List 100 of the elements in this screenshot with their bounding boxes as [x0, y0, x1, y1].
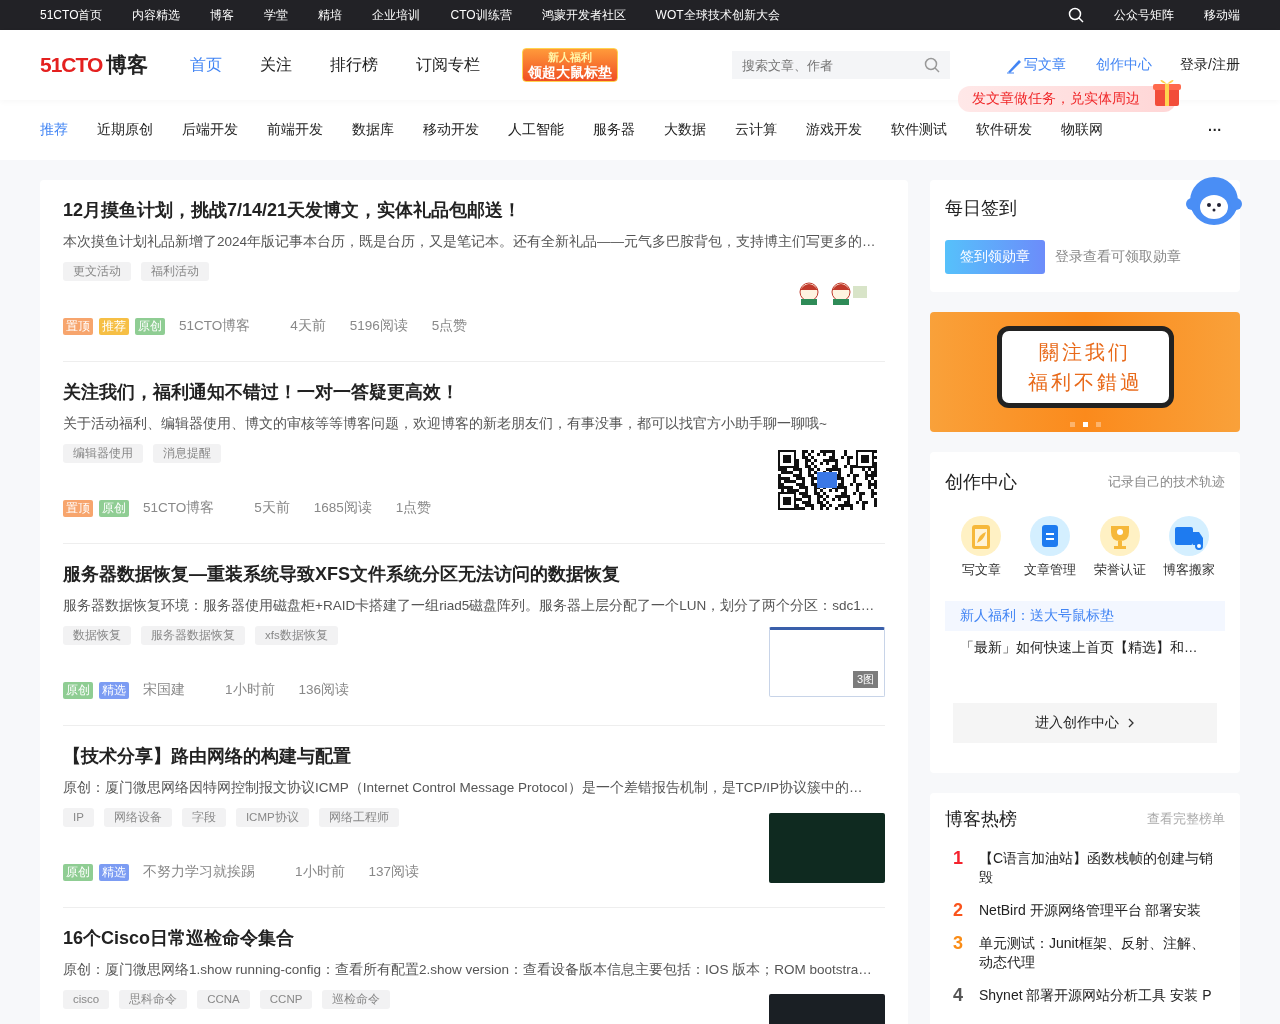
read-count: 137阅读	[368, 863, 420, 881]
top-link[interactable]: 51CTO首页	[40, 6, 103, 24]
post-time: 5天前	[254, 499, 290, 517]
top-link[interactable]: WOT全球技术创新大会	[655, 6, 780, 24]
category-tab[interactable]: 后端开发	[182, 121, 238, 139]
article-summary: 原创：厦门微思网络1.show running-config：查看所有配置2.show version：查看设备版本信息主要包括：IOS 版本；ROM bootstra…	[63, 961, 872, 979]
nav-link[interactable]: 排行榜	[330, 54, 379, 76]
promo-bubble[interactable]: 发文章做任务，兑实体周边	[958, 86, 1176, 112]
article-badge: 原创	[63, 681, 93, 699]
category-tab[interactable]: 软件测试	[891, 121, 947, 139]
banner-text: 關注我们	[1038, 339, 1132, 366]
post-time: 1小时前	[295, 863, 345, 881]
rank-number: 4	[953, 986, 964, 1005]
rank-number: 2	[953, 901, 964, 920]
tool-link[interactable]: 荣誉认证	[1085, 516, 1154, 579]
clipboard-icon	[961, 516, 1001, 556]
hot-article-link[interactable]: 单元测试：Junit框架、反射、注解、动态代理	[979, 934, 1217, 972]
article-title[interactable]: 12月摸鱼计划，挑战7/14/21天发博文，实体礼品包邮送！	[63, 198, 885, 222]
top-link[interactable]: CTO训练营	[450, 6, 512, 24]
category-tab[interactable]: 前端开发	[267, 121, 323, 139]
article-title[interactable]: 服务器数据恢复—重装系统导致XFS文件系统分区无法访问的数据恢复	[63, 562, 885, 586]
category-tab[interactable]: 服务器	[593, 121, 635, 139]
category-tab[interactable]: 大数据	[664, 121, 706, 139]
read-count: 5196阅读	[349, 317, 408, 335]
enter-creator-button[interactable]: 进入创作中心	[953, 703, 1217, 743]
category-tab[interactable]: 近期原创	[97, 121, 153, 139]
document-icon	[1030, 516, 1071, 556]
logo-brand[interactable]: 51CTO	[40, 53, 103, 77]
article-summary: 关于活动福利、编辑器使用、博文的审核等等博客问题，欢迎博客的新老朋友们，有事没事，都可以找官方小助手聊一聊哦~	[63, 415, 827, 433]
top-link[interactable]: 公众号矩阵	[1114, 6, 1174, 24]
post-time: 4天前	[290, 317, 326, 335]
article-summary: 本次摸鱼计划礼品新增了2024年版记事本台历，既是台历，又是笔记本。还有全新礼品——元气多巴胺背包，支持博主们写更多的…	[63, 233, 876, 251]
image-count: 3图	[852, 671, 878, 688]
nav-link[interactable]: 订阅专栏	[416, 54, 481, 76]
image-thumbnail[interactable]	[769, 813, 885, 883]
tool-link[interactable]: 写文章	[947, 516, 1015, 579]
top-link[interactable]: 鸿蒙开发者社区	[541, 6, 626, 24]
category-tab[interactable]: 云计算	[735, 121, 777, 139]
news-link[interactable]: 「最新」如何快速上首页【精选】和…	[945, 631, 1225, 665]
top-link[interactable]: 移动端	[1204, 6, 1240, 24]
author-name[interactable]: 51CTO博客	[143, 499, 215, 517]
article-summary: 原创：厦门微思网络因特网控制报文协议ICMP（Internet Control Message Protocol）是一个差错报告机制，是TCP/IP协议簇中的…	[63, 779, 863, 797]
top-link[interactable]: 精培	[318, 6, 343, 24]
article-badge: 原创	[63, 863, 93, 881]
notice-link[interactable]: 新人福利：送大号鼠标垫	[945, 601, 1225, 631]
banner-text: 福利不錯過	[1027, 369, 1143, 396]
article-badge: 原创	[135, 317, 165, 335]
nav-link[interactable]: 关注	[260, 54, 293, 76]
top-link[interactable]: 学堂	[264, 6, 289, 24]
article-badge: 置顶	[63, 317, 93, 335]
article-badge: 置顶	[63, 499, 93, 517]
article-title[interactable]: 关注我们，福利通知不错过！一对一答疑更高效！	[63, 380, 885, 404]
truck-icon	[1169, 516, 1209, 556]
article-badge: 精选	[99, 681, 129, 699]
nav-link[interactable]: 首页	[190, 54, 223, 76]
top-link[interactable]: 企业培训	[372, 6, 421, 24]
write-link[interactable]: 写文章	[1006, 56, 1067, 74]
category-tab[interactable]: 软件研发	[976, 121, 1032, 139]
tool-link[interactable]: 博客搬家	[1155, 516, 1223, 579]
tool-link[interactable]: 文章管理	[1016, 516, 1085, 579]
card-title: 创作中心	[945, 471, 1017, 494]
chevron-right-icon	[1127, 718, 1135, 728]
article-summary: 服务器数据恢复环境：服务器使用磁盘柜+RAID卡搭建了一组riad5磁盘阵列。服务器上层分配了一个LUN，划分了两个分区：sdc1…	[63, 597, 875, 615]
card-title: 每日签到	[945, 197, 1018, 220]
category-tab[interactable]: 推荐	[40, 121, 68, 139]
article-title[interactable]: 16个Cisco日常巡检命令集合	[63, 926, 885, 950]
like-count: 1点赞	[395, 499, 432, 517]
like-count: 5点赞	[431, 317, 468, 335]
article-badge: 精选	[99, 863, 129, 881]
category-tab[interactable]: 数据库	[352, 121, 394, 139]
signin-hint: 登录查看可领取勋章	[1055, 248, 1181, 266]
search-field[interactable]: 搜索文章、作者	[732, 51, 951, 79]
category-tab[interactable]: 物联网	[1061, 121, 1103, 139]
logo-product[interactable]: 博客	[106, 51, 149, 79]
hot-article-link[interactable]: Shynet 部署开源网站分析工具 安装 P	[979, 986, 1212, 1005]
category-tab[interactable]: 人工智能	[508, 121, 564, 139]
read-count: 1685阅读	[313, 499, 372, 517]
author-name[interactable]: 不努力学习就挨踢	[143, 863, 255, 881]
article-title[interactable]: 【技术分享】路由网络的构建与配置	[63, 744, 885, 768]
top-link[interactable]: 博客	[210, 6, 235, 24]
hot-article-link[interactable]: 【C语言加油站】函数栈帧的创建与销毁	[979, 849, 1217, 887]
post-time: 1小时前	[225, 681, 275, 699]
screenshot-thumbnail[interactable]: 3图	[769, 627, 885, 697]
article-badge: 原创	[99, 499, 129, 517]
category-tab[interactable]: 移动开发	[423, 121, 479, 139]
login-link[interactable]: 登录/注册	[1180, 56, 1240, 74]
trophy-icon	[1099, 516, 1140, 556]
rank-number: 1	[953, 849, 964, 870]
author-name[interactable]: 宋国建	[143, 681, 185, 699]
creator-center-link[interactable]: 创作中心	[1096, 56, 1153, 74]
hot-article-link[interactable]: NetBird 开源网络管理平台 部署安装	[979, 901, 1202, 920]
read-count: 136阅读	[298, 681, 350, 699]
card-subtitle: 记录自己的技术轨迹	[1108, 473, 1225, 491]
card-title: 博客热榜	[945, 808, 1017, 831]
author-name[interactable]: 51CTO博客	[179, 317, 251, 335]
more-button[interactable]: ···	[1208, 122, 1222, 138]
rank-number: 3	[953, 934, 964, 955]
top-link[interactable]: 内容精选	[132, 6, 181, 24]
search-icon[interactable]	[1068, 7, 1084, 23]
category-tab[interactable]: 游戏开发	[806, 121, 862, 139]
